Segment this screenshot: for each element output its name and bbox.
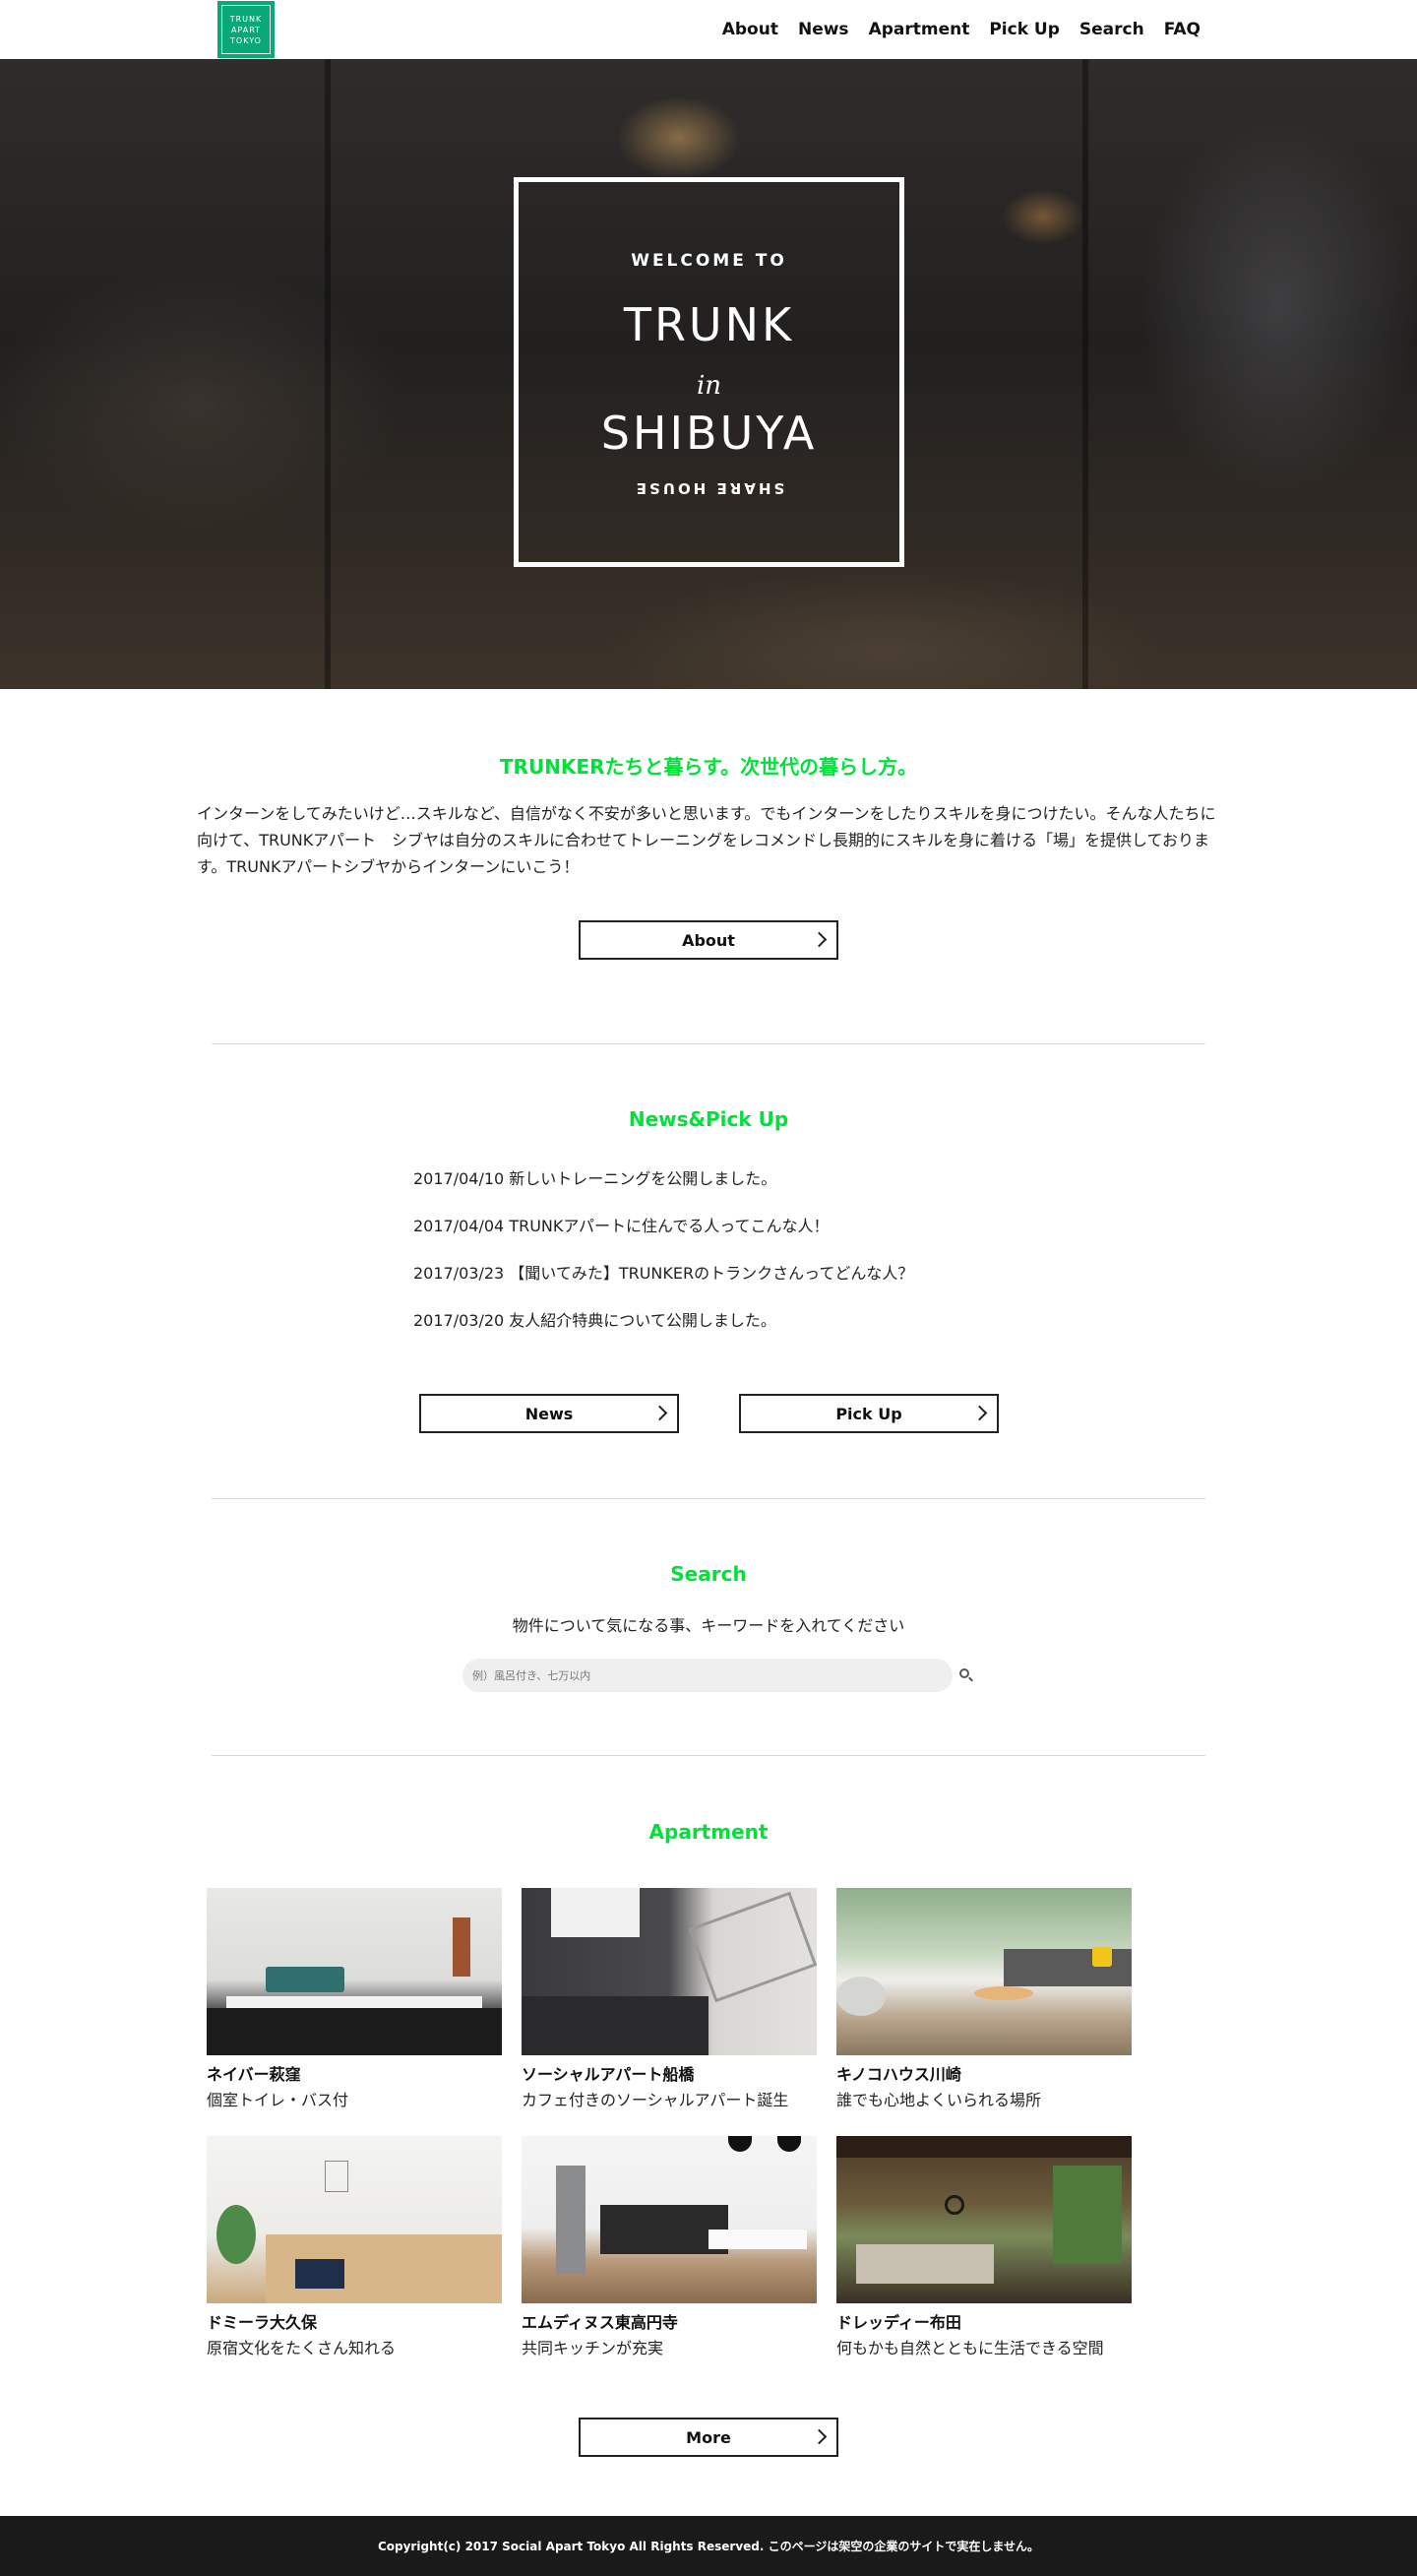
news-button[interactable]: News <box>419 1394 679 1433</box>
section-divider <box>212 1043 1205 1044</box>
apartment-card[interactable]: ドレッディー布田 何もかも自然とともに生活できる空間 <box>836 2136 1132 2358</box>
roof-shape <box>836 2136 1132 2158</box>
about-button-label: About <box>682 930 735 950</box>
apartment-photo[interactable] <box>836 1888 1132 2055</box>
apartment-name: ネイバー萩窪 <box>207 2065 301 2084</box>
site-footer: Copyright(c) 2017 Social Apart Tokyo All… <box>0 2516 1417 2576</box>
apartment-name: ドミーラ大久保 <box>207 2313 318 2332</box>
art-shape <box>325 2161 348 2192</box>
news-item[interactable]: 2017/04/10 新しいトレーニングを公開しました。 <box>413 1167 1102 1215</box>
hero-in: in <box>696 371 722 401</box>
apartment-name: ソーシャルアパート船橋 <box>522 2065 695 2084</box>
nav-pick-up[interactable]: Pick Up <box>989 20 1060 39</box>
island-shape <box>708 2230 807 2249</box>
apartment-description: 原宿文化をたくさん知れる <box>207 2339 397 2357</box>
site-logo[interactable]: TRUNK APART TOKYO <box>217 1 275 58</box>
logo-frame: TRUNK APART TOKYO <box>221 5 271 54</box>
garden-shape <box>1053 2166 1122 2264</box>
sign-shape <box>688 1891 817 2003</box>
chairs-shape <box>207 2008 502 2055</box>
chair-shape <box>295 2259 344 2289</box>
logo-line-2: APART <box>230 25 262 34</box>
apartment-description: 個室トイレ・バス付 <box>207 2091 349 2109</box>
clock-shape <box>945 2195 964 2215</box>
main-nav: About News Apartment Pick Up Search FAQ <box>722 0 1201 59</box>
intro-text: インターンをしてみたいけど…スキルなど、自信がなく不安が多いと思います。でもイン… <box>197 804 1216 876</box>
apartment-description: 何もかも自然とともに生活できる空間 <box>836 2339 1104 2357</box>
chevron-right-icon <box>811 2428 828 2445</box>
search-input[interactable] <box>462 1659 953 1692</box>
nav-faq[interactable]: FAQ <box>1164 20 1201 39</box>
apartment-name: キノコハウス川崎 <box>836 2065 961 2084</box>
hero-shibuya: SHIBUYA <box>600 407 818 460</box>
sofa-shape <box>856 2244 994 2284</box>
search-icon-handle <box>968 1676 973 1682</box>
hood-shape <box>551 1888 640 1937</box>
apartment-description: カフェ付きのソーシャルアパート誕生 <box>522 2091 789 2109</box>
apartment-card[interactable]: ネイバー萩窪 個室トイレ・バス付 <box>207 1888 502 2110</box>
logo-line-3: TOKYO <box>230 35 262 45</box>
nav-apartment[interactable]: Apartment <box>869 20 970 39</box>
beanbag-shape <box>836 1977 886 2016</box>
hero-image: WELCOME TO TRUNK in SHIBUYA SHARE HOUSE <box>0 59 1417 689</box>
search-icon[interactable] <box>959 1668 973 1682</box>
apartment-description: 共同キッチンが充実 <box>522 2339 664 2357</box>
pick-up-button-label: Pick Up <box>835 1404 902 1423</box>
news-title: News&Pick Up <box>628 1107 789 1131</box>
apartment-card[interactable]: ドミーラ大久保 原宿文化をたくさん知れる <box>207 2136 502 2358</box>
hero-title-frame: WELCOME TO TRUNK in SHIBUYA SHARE HOUSE <box>514 177 904 567</box>
plant-shape <box>216 2205 256 2264</box>
sofa-shape <box>266 1967 344 1992</box>
apartment-card[interactable]: キノコハウス川崎 誰でも心地よくいられる場所 <box>836 1888 1132 2110</box>
nav-search[interactable]: Search <box>1079 20 1144 39</box>
search-title: Search <box>670 1562 747 1586</box>
hero-welcome: WELCOME TO <box>631 251 787 271</box>
hero-share-house: SHARE HOUSE <box>633 479 785 497</box>
cushion-shape <box>1092 1947 1112 1967</box>
news-item[interactable]: 2017/04/04 TRUNKアパートに住んでる人ってこんな人！ <box>413 1215 1102 1262</box>
chevron-right-icon <box>651 1405 668 1421</box>
copyright-text: Copyright(c) 2017 Social Apart Tokyo All… <box>377 2540 1040 2553</box>
nav-news[interactable]: News <box>798 20 849 39</box>
chevron-right-icon <box>811 931 828 948</box>
search-description: 物件について気になる事、キーワードを入れてください <box>512 1616 905 1635</box>
hero-trunk: TRUNK <box>623 298 795 351</box>
news-button-label: News <box>524 1404 574 1423</box>
apartment-description: 誰でも心地よくいられる場所 <box>836 2091 1042 2109</box>
apartment-name: ドレッディー布田 <box>836 2313 961 2332</box>
fridge-shape <box>556 2166 585 2274</box>
nav-about[interactable]: About <box>722 20 778 39</box>
more-button[interactable]: More <box>579 2418 838 2457</box>
apartment-photo[interactable] <box>207 2136 502 2303</box>
apartment-title: Apartment <box>648 1820 769 1844</box>
sofa-shape <box>1004 1949 1132 1986</box>
chevron-right-icon <box>971 1405 988 1421</box>
section-divider <box>212 1498 1205 1499</box>
lamp-shape <box>777 2136 801 2152</box>
news-item[interactable]: 2017/03/23 【聞いてみた】TRUNKERのトランクさんってどんな人？ <box>413 1262 1102 1309</box>
news-list: 2017/04/10 新しいトレーニングを公開しました。 2017/04/04 … <box>413 1167 1102 1356</box>
table-shape <box>226 1996 482 2008</box>
door-shape <box>453 1917 470 1977</box>
apartment-photo[interactable] <box>522 1888 817 2055</box>
site-header: TRUNK APART TOKYO About News Apartment P… <box>0 0 1417 59</box>
apartment-name: エムディヌス東高円寺 <box>522 2313 678 2332</box>
apartment-card[interactable]: ソーシャルアパート船橋 カフェ付きのソーシャルアパート誕生 <box>522 1888 817 2110</box>
news-item[interactable]: 2017/03/20 友人紹介特典について公開しました。 <box>413 1309 1102 1356</box>
apartment-photo[interactable] <box>836 2136 1132 2303</box>
counter-shape <box>522 1996 708 2055</box>
about-button[interactable]: About <box>579 920 838 960</box>
more-button-label: More <box>686 2427 731 2447</box>
apartment-photo[interactable] <box>207 1888 502 2055</box>
table-shape <box>974 1986 1033 2000</box>
logo-line-1: TRUNK <box>229 14 263 24</box>
pick-up-button[interactable]: Pick Up <box>739 1394 999 1433</box>
apartment-photo[interactable] <box>522 2136 817 2303</box>
intro-title: TRUNKERたちと暮らす。次世代の暮らし方。 <box>499 755 918 779</box>
lamp-shape <box>728 2136 752 2152</box>
section-divider <box>212 1755 1205 1756</box>
apartment-card[interactable]: エムディヌス東高円寺 共同キッチンが充実 <box>522 2136 817 2358</box>
